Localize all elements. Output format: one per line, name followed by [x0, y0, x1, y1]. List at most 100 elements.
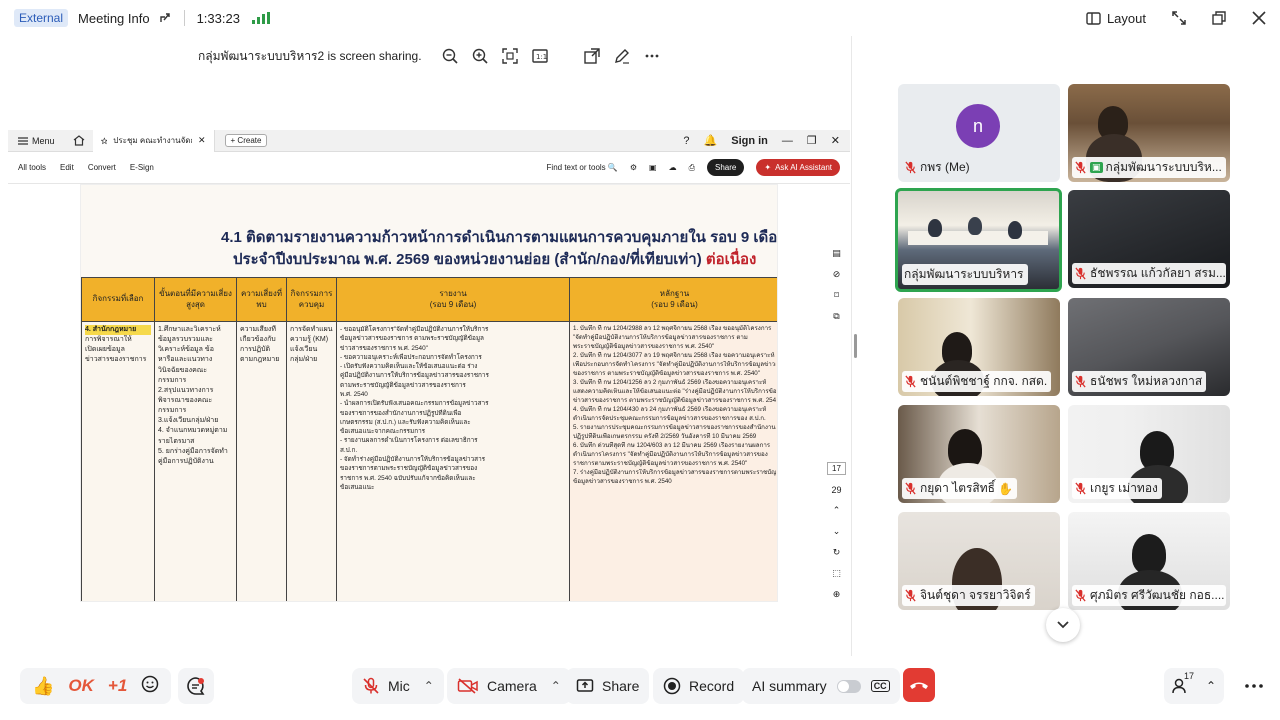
emoji-picker-icon[interactable]	[141, 675, 159, 698]
print-icon[interactable]: ⎙	[689, 163, 695, 173]
upload-icon[interactable]: ☁	[669, 163, 677, 172]
zoom-in-icon[interactable]	[472, 48, 488, 64]
participant-name: ธัชพรรณ แก้วกัลยา สรม....	[1090, 266, 1226, 280]
participant-tile[interactable]: n กพร (Me)	[898, 84, 1060, 182]
sharing-indicator-icon: ▣	[1090, 162, 1103, 173]
mic-button[interactable]: Mic ⌃	[352, 668, 444, 704]
fit-screen-icon[interactable]	[501, 48, 518, 64]
minimize-icon[interactable]: —	[782, 135, 793, 147]
scroll-participants-down-button[interactable]	[1046, 608, 1080, 642]
more-options-button[interactable]	[1236, 668, 1272, 704]
camera-button[interactable]: Camera ⌃	[447, 668, 571, 704]
report-table: กิจกรรมที่เลือก ขั้นตอนที่มีความเสี่ยงสู…	[81, 277, 777, 601]
participant-tile[interactable]: ศุภมิตร ศรีวัฒนชัย กอธ....	[1068, 512, 1230, 610]
restore-window-icon[interactable]	[1212, 11, 1226, 25]
participant-tile[interactable]: ธัชพรรณ แก้วกัลยา สรม....	[1068, 190, 1230, 288]
chat-button[interactable]	[178, 668, 214, 704]
cell-line: ความรู้ (KM)	[290, 336, 329, 344]
toolbar-convert[interactable]: Convert	[88, 163, 116, 172]
ai-tools-icon[interactable]: ⚙	[630, 163, 637, 172]
thumbs-up-icon[interactable]: 👍	[32, 676, 54, 697]
ok-reaction-button[interactable]: OK	[68, 676, 94, 696]
scroll-mode-icon[interactable]: ⬚	[832, 568, 841, 579]
leave-meeting-button[interactable]	[903, 668, 935, 702]
current-page-input[interactable]: 17	[827, 462, 846, 475]
zoom-out-icon[interactable]	[442, 48, 458, 64]
plus-one-reaction-button[interactable]: +1	[108, 676, 127, 696]
page-up-icon[interactable]: ⌃	[833, 505, 841, 516]
maximize-icon[interactable]: ❐	[807, 134, 817, 147]
comment-tool-icon[interactable]: ▤	[832, 248, 841, 259]
cell-line: 5. รายงานการประชุมคณะกรรมการข้อมูลข่าวสา…	[573, 423, 776, 431]
fullscreen-icon[interactable]	[1172, 11, 1186, 25]
share-screen-button[interactable]: Share	[566, 668, 650, 704]
meeting-info-button[interactable]: Meeting Info	[78, 11, 150, 26]
participant-name-tag: จินต์ชุดา จรรยาวิจิตร์	[902, 585, 1035, 606]
notification-bell-icon[interactable]: 🔔	[704, 134, 718, 147]
participant-tile[interactable]: ชนันต์พิชชาฐ์ กกจ. กสด.	[898, 298, 1060, 396]
close-icon[interactable]: ✕	[831, 134, 840, 147]
pdf-document-area[interactable]: 4.1 ติดตามรายงานความก้าวหน้าการดำเนินการ…	[8, 184, 846, 604]
pane-resize-handle[interactable]	[854, 334, 857, 358]
create-button[interactable]: + Create	[224, 134, 268, 147]
participant-tile[interactable]: ธนัชพร ใหม่หลวงกาส	[1068, 298, 1230, 396]
participant-name-tag: เกยูร เม่าทอง	[1072, 478, 1162, 499]
close-tab-icon[interactable]: ✕	[198, 135, 206, 146]
cell-line: - เปิดรับฟังความคิดเห็นและให้ข้อเสนอแนะต…	[340, 363, 478, 371]
original-size-icon[interactable]: 1:1	[531, 48, 548, 64]
participant-tile-active-speaker[interactable]: กลุ่มพัฒนาระบบบริหาร	[895, 188, 1062, 292]
participant-tile[interactable]: ▣ กลุ่มพัฒนาระบบบริห...	[1068, 84, 1230, 182]
camera-options-chevron-icon[interactable]: ⌃	[551, 679, 561, 693]
participant-name-tag: กลุ่มพัฒนาระบบบริหาร	[902, 264, 1028, 285]
video-person	[1132, 534, 1166, 574]
participant-name: กลุ่มพัฒนาระบบบริหาร	[904, 267, 1024, 281]
toolbar-esign[interactable]: E-Sign	[130, 163, 154, 172]
zoom-in-doc-icon[interactable]: ⊕	[833, 589, 841, 600]
participants-chevron-icon[interactable]: ⌃	[1206, 679, 1216, 693]
participants-button[interactable]: 17 ⌃	[1164, 668, 1225, 704]
doc-title-line1: 4.1 ติดตามรายงานความก้าวหน้าการดำเนินการ…	[221, 229, 778, 246]
sign-in-button[interactable]: Sign in	[731, 135, 768, 147]
toolbar-all-tools[interactable]: All tools	[18, 163, 46, 172]
page-down-icon[interactable]: ⌄	[833, 526, 841, 537]
cell-line: 5. ยกร่างคู่มือการจัดทำ	[158, 447, 228, 455]
link-tool-icon[interactable]: ⊘	[833, 269, 841, 280]
pdf-menu-button[interactable]: Menu	[8, 136, 65, 146]
share-screen-icon	[576, 679, 594, 692]
share-link-icon[interactable]	[158, 11, 172, 25]
close-window-icon[interactable]	[1252, 11, 1266, 25]
cell-line: หารือและแนวทาง	[158, 356, 213, 364]
more-options-icon[interactable]	[644, 48, 660, 64]
record-button[interactable]: Record	[653, 668, 745, 704]
participant-tile[interactable]: เกยูร เม่าทอง	[1068, 405, 1230, 503]
ai-summary-control[interactable]: AI summary CC	[742, 668, 900, 704]
header-report: รายงาน (รอบ 9 เดือน)	[336, 277, 570, 322]
layout-button[interactable]: Layout	[1086, 11, 1146, 26]
rotate-icon[interactable]: ↻	[833, 547, 841, 558]
save-icon[interactable]: ▣	[649, 163, 657, 172]
pdf-document-tab[interactable]: ประชุม คณะทำงานจัดการระบบ... ✕	[92, 130, 215, 152]
cell-line: 3. บันทึก ที่ กษ 1204/1256 ลว 2 กุมภาพัน…	[573, 378, 767, 386]
annotate-pen-icon[interactable]	[614, 48, 630, 64]
network-signal-icon[interactable]	[251, 12, 270, 24]
cell-line: - นำผลการเปิดรับฟังเสนอคณะกรรมการข้อมูลข…	[340, 400, 489, 408]
participant-name-tag: ศุภมิตร ศรีวัฒนชัย กอธ....	[1072, 585, 1226, 606]
participant-tile[interactable]: จินต์ชุดา จรรยาวิจิตร์	[898, 512, 1060, 610]
closed-captions-button[interactable]: CC	[870, 680, 890, 692]
pages-tool-icon[interactable]: ⧉	[833, 311, 839, 322]
participant-tile[interactable]: กยุดา ไตรสิทธิ์ ✋	[898, 405, 1060, 503]
ai-summary-toggle[interactable]	[836, 679, 861, 693]
mic-options-chevron-icon[interactable]: ⌃	[424, 679, 434, 693]
home-icon[interactable]	[65, 135, 93, 146]
pdf-right-rail: ▤ ⊘ ⌑ ⧉ 17 29 ⌃ ⌄ ↻ ⬚ ⊕ ⊖	[823, 238, 850, 604]
find-text-field[interactable]: Find text or tools 🔍	[547, 163, 618, 172]
toolbar-edit[interactable]: Edit	[60, 163, 74, 172]
bookmark-tool-icon[interactable]: ⌑	[834, 290, 839, 301]
help-icon[interactable]: ?	[683, 135, 689, 147]
header-activity: กิจกรรมที่เลือก	[81, 277, 155, 322]
cell-line: ราชการตามพระราชบัญญัติข้อมูลข่าวสารของรา…	[573, 459, 748, 467]
pdf-share-button[interactable]: Share	[707, 159, 745, 176]
ask-ai-assistant-button[interactable]: ✦ Ask AI Assistant	[756, 159, 840, 176]
pop-out-icon[interactable]	[583, 48, 600, 64]
shared-screen[interactable]: Menu ประชุม คณะทำงานจัดการระบบ... ✕ + Cr…	[8, 130, 850, 604]
